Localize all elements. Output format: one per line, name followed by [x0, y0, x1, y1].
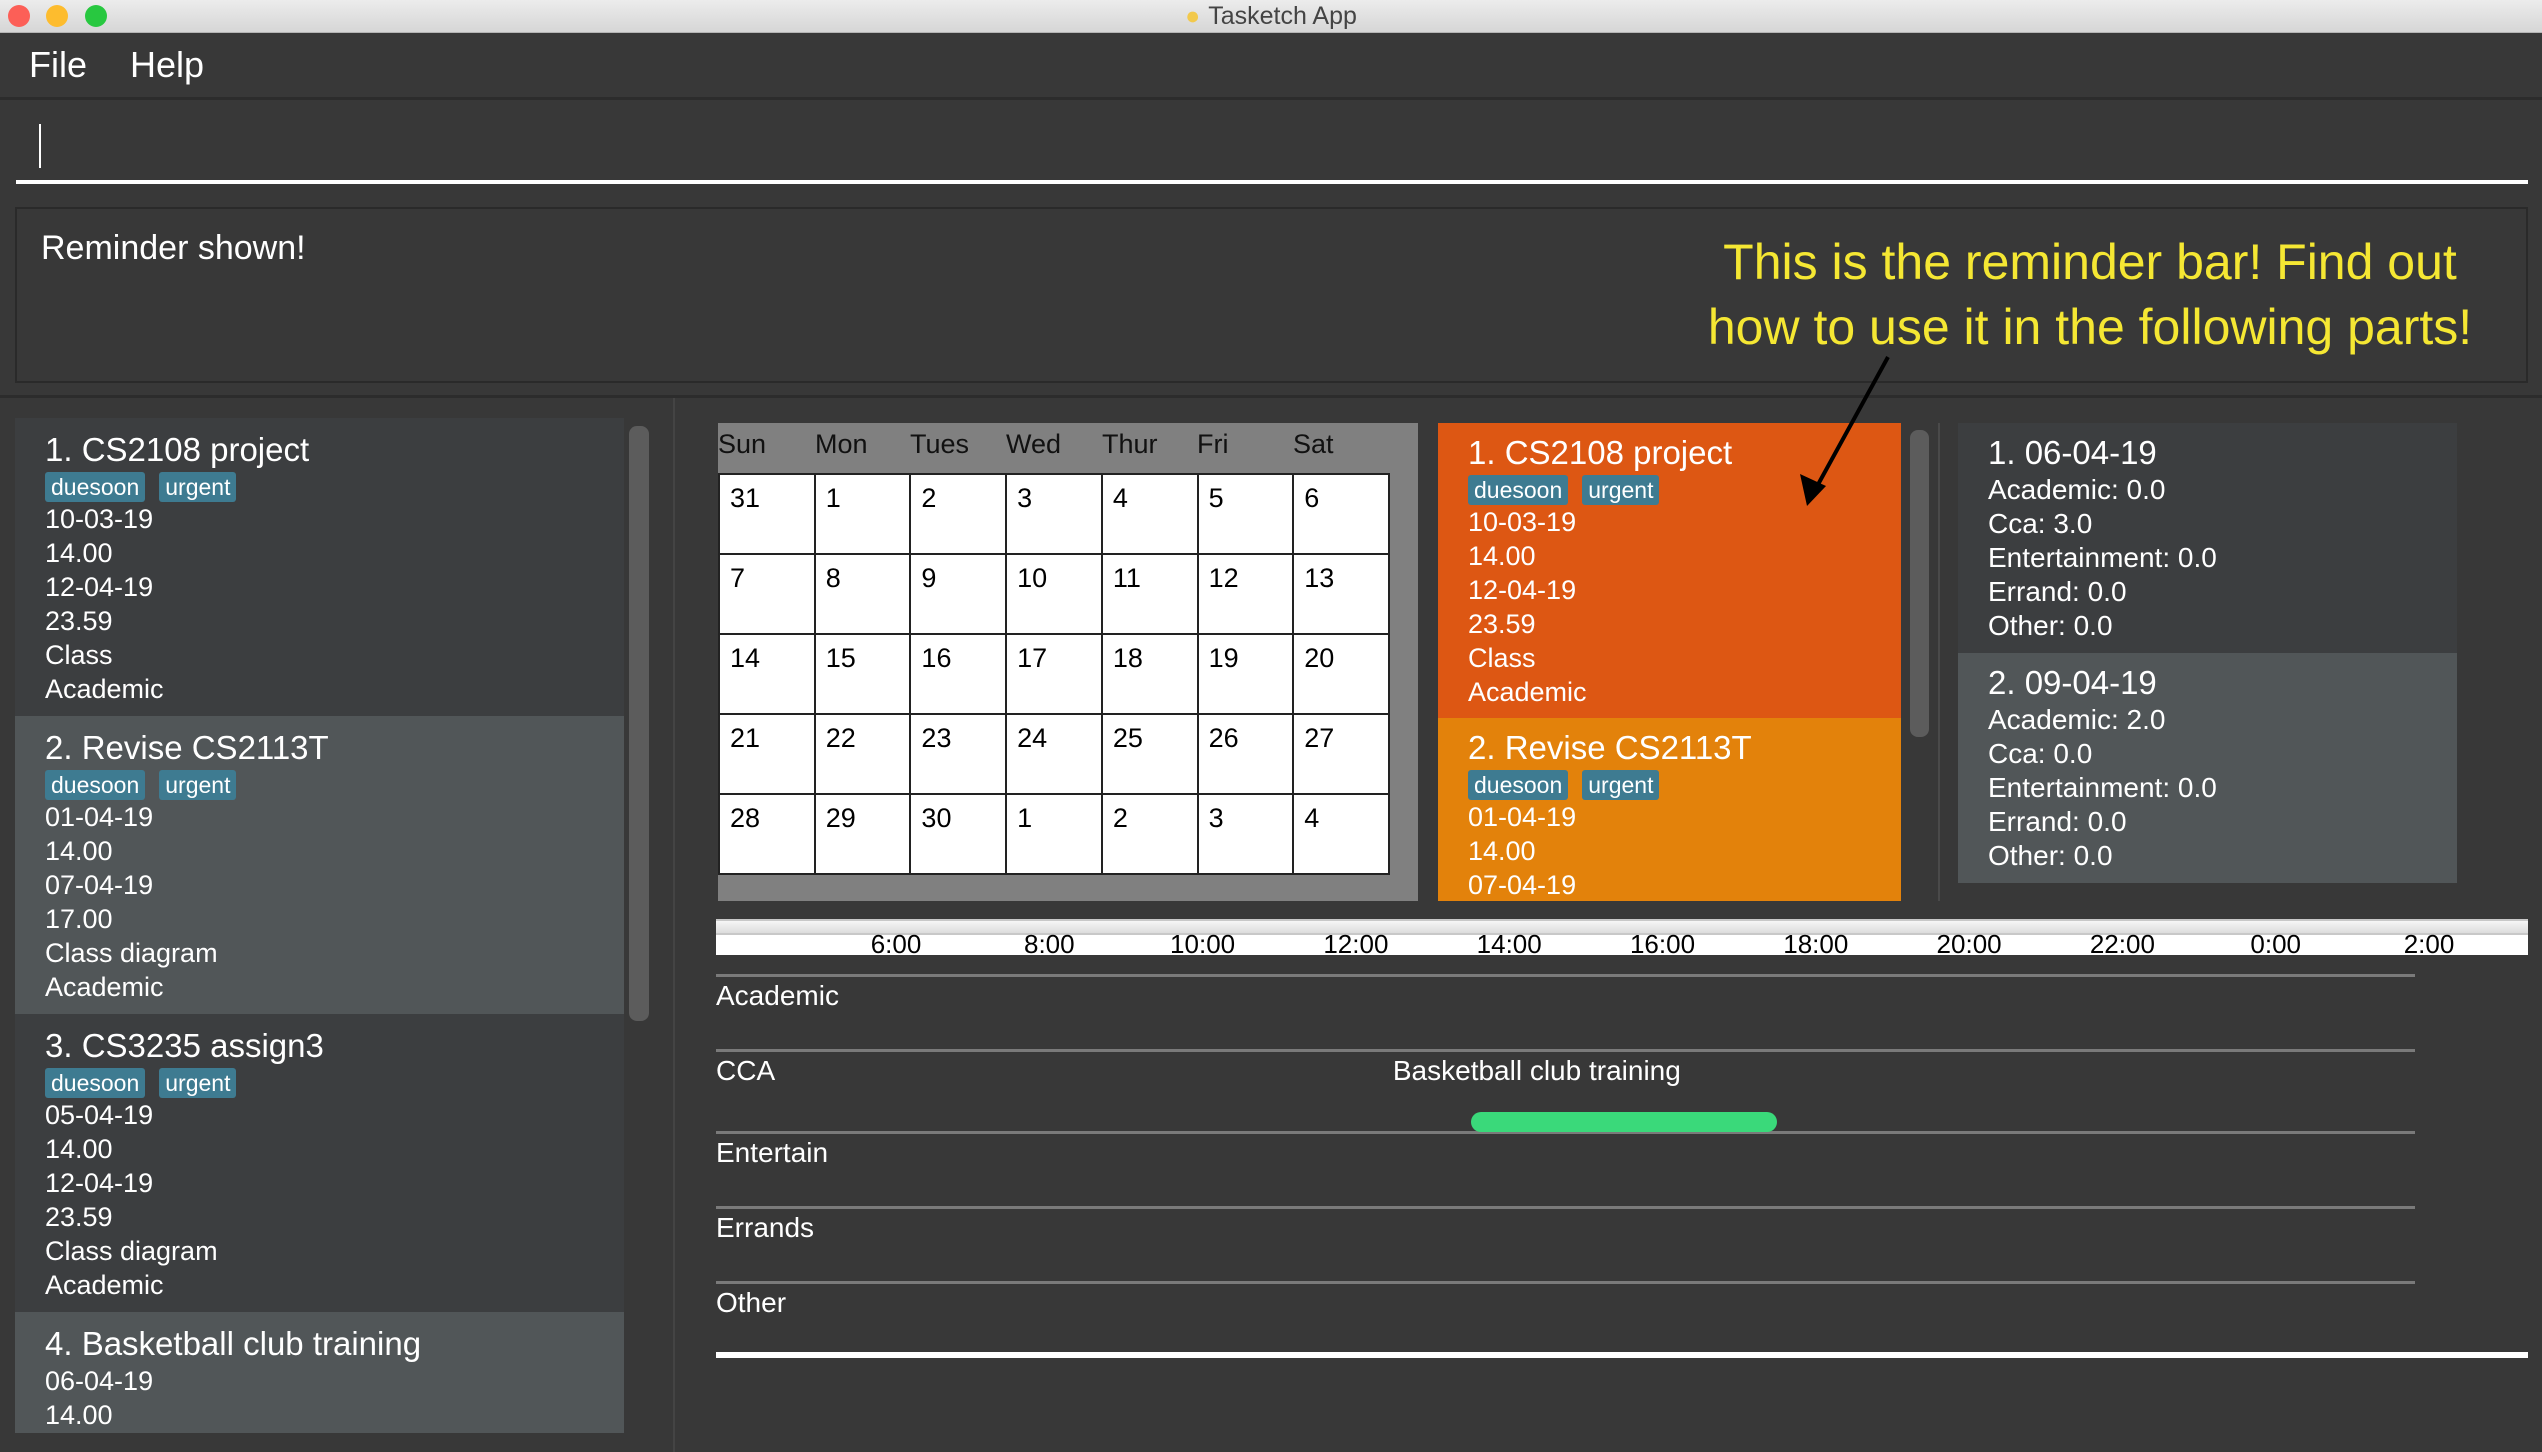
timeline-tick-label: 16:00	[1629, 929, 1696, 959]
timeline-event-bar[interactable]	[1470, 1112, 1778, 1132]
timeline-axis: 6:00 8:00 10:00 12:00 14:00 16:00 18:00 20:00 22…	[716, 919, 2528, 959]
lane-label: Errands	[716, 1212, 815, 1243]
timeline-tick-label: 8:00	[1023, 929, 1075, 959]
timeline-tick-label: 10:00	[1170, 929, 1236, 959]
timeline-bottom-border	[716, 1352, 2528, 1358]
lane-divider	[716, 974, 2415, 977]
lane-label: CCA	[716, 1055, 776, 1086]
timeline-tick-label: 18:00	[1783, 929, 1849, 959]
timeline-event-label: Basketball club training	[1392, 1055, 1681, 1086]
timeline-tick-label: 6:00	[870, 929, 922, 959]
lane-label: Entertain	[716, 1137, 829, 1168]
lane-label: Academic	[716, 980, 839, 1011]
timeline-tick-label: 2:00	[2403, 929, 2455, 959]
annotation-arrow-icon	[1800, 356, 1890, 506]
timeline-tick-label: 20:00	[1936, 929, 2002, 959]
lane-divider	[716, 1281, 2415, 1284]
timeline-tick-label: 22:00	[2089, 929, 2155, 959]
timeline-tick-label: 12:00	[1323, 929, 1389, 959]
lane-label: Other	[716, 1287, 787, 1318]
timeline-tick-label: 0:00	[2250, 929, 2301, 959]
lane-divider	[716, 1049, 2415, 1052]
lane-divider	[716, 1206, 2415, 1209]
timeline-tick-label: 14:00	[1476, 929, 1542, 959]
